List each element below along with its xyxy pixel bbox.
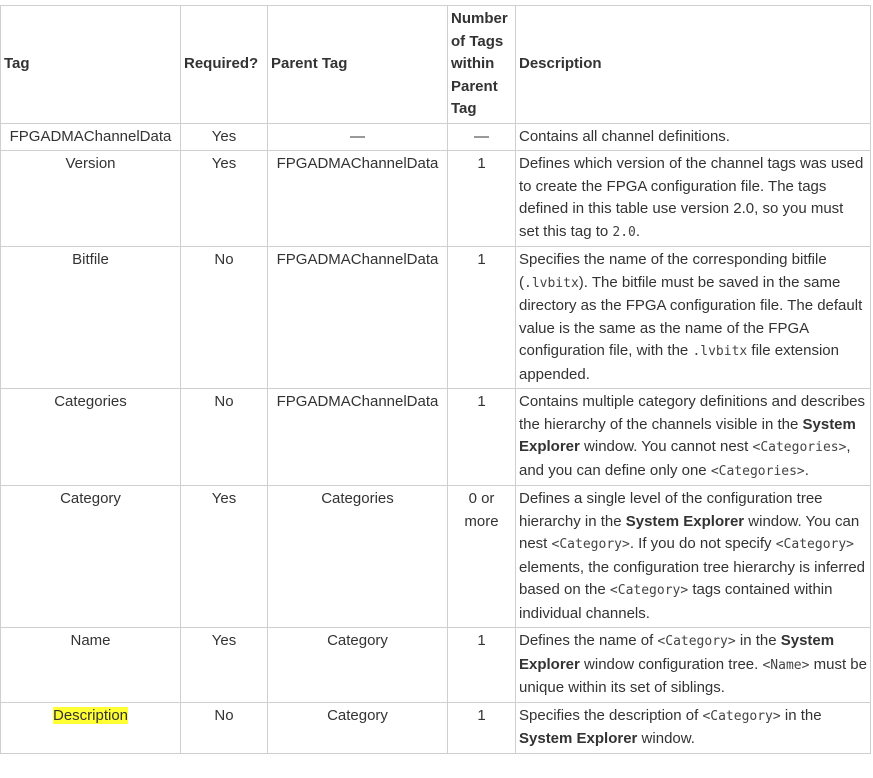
table-header-row: Tag Required? Parent Tag Number of Tags …: [0, 5, 871, 124]
table-row: Version Yes FPGADMAChannelData 1 Defines whi…: [0, 150, 871, 247]
code-snippet: <Category>: [609, 583, 689, 598]
table-row: FPGADMAChannelData Yes — — Contains all chan…: [0, 122, 871, 151]
description-text: window configuration tree.: [579, 655, 763, 673]
code-snippet: <Category>: [551, 537, 630, 552]
cell-tag: Categories: [0, 388, 181, 486]
tags-table: Tag Required? Parent Tag Number of Tags …: [0, 5, 871, 754]
cell-description: Contains multiple category definitions a…: [515, 388, 871, 486]
cell-parent-tag: Categories: [267, 485, 448, 628]
header-tag: Tag: [0, 5, 181, 124]
description-text: .: [804, 461, 809, 479]
cell-parent-tag: Category: [267, 701, 448, 754]
cell-parent-tag: —: [267, 122, 448, 151]
cell-required: Yes: [180, 122, 268, 151]
header-required: Required?: [180, 5, 268, 124]
cell-count: 1: [447, 388, 516, 486]
cell-required: No: [180, 701, 268, 754]
cell-count: 0 or more: [447, 485, 516, 628]
cell-required: Yes: [180, 150, 268, 247]
header-description: Description: [515, 5, 871, 124]
code-snippet: <Category>: [702, 708, 781, 724]
code-snippet: <Categories>: [710, 463, 805, 479]
cell-parent-tag: FPGADMAChannelData: [267, 246, 448, 389]
cell-parent-tag: Category: [267, 627, 448, 703]
table-row: Bitfile No FPGADMAChannelData 1 Specifies th…: [0, 246, 871, 389]
code-snippet: <Category>: [775, 537, 855, 552]
cell-count: 1: [447, 150, 516, 247]
cell-tag: Category: [0, 485, 181, 628]
code-snippet: <Categories>: [752, 440, 847, 455]
header-parent-tag: Parent Tag: [267, 5, 448, 124]
tag-name: FPGADMAChannelData: [9, 127, 172, 145]
tag-name: Categories: [54, 393, 127, 410]
code-snippet: .lvbitx: [692, 344, 748, 359]
header-number-of-tags: Number of Tags within Parent Tag: [447, 5, 516, 124]
table-row: Category Yes Categories 0 or more Defines a …: [0, 485, 871, 628]
code-snippet: <Name>: [762, 657, 810, 673]
description-text: Defines which version of the channel tag…: [519, 155, 864, 240]
tag-name: Category: [60, 490, 121, 507]
cell-description: Defines which version of the channel tag…: [515, 150, 871, 247]
description-text: .: [635, 222, 641, 240]
description-text: Contains all channel definitions.: [519, 127, 730, 145]
cell-description: Defines the name of <Category> in the Sy…: [515, 627, 871, 703]
description-text: Specifies the description of: [519, 706, 703, 724]
tag-name: Description: [52, 706, 129, 724]
tag-name: Version: [65, 155, 116, 172]
description-text: in the: [735, 632, 781, 649]
cell-count: 1: [447, 701, 516, 754]
description-text: Defines the name of: [519, 632, 658, 649]
tag-name: Bitfile: [72, 251, 109, 268]
cell-description: Specifies the name of the corresponding …: [515, 246, 871, 389]
cell-description: Specifies the description of <Category> …: [515, 701, 871, 754]
code-snippet: .lvbitx: [524, 275, 579, 291]
cell-required: Yes: [180, 627, 268, 703]
description-text: in the: [780, 706, 822, 724]
cell-tag: Bitfile: [0, 246, 181, 389]
cell-tag: Description: [0, 701, 181, 754]
table-row: Name Yes Category 1 Defines the name of <Cat…: [0, 627, 871, 703]
code-snippet: <Category>: [657, 634, 736, 649]
cell-required: Yes: [180, 485, 268, 628]
table-row: Description No Category 1 Specifies the desc…: [0, 701, 871, 754]
cell-tag: Name: [0, 627, 181, 703]
cell-tag: FPGADMAChannelData: [0, 122, 181, 151]
tag-name: Name: [70, 632, 111, 649]
code-snippet: 2.0: [612, 224, 636, 240]
cell-count: 1: [447, 246, 516, 389]
cell-required: No: [180, 246, 268, 389]
cell-required: No: [180, 388, 268, 486]
description-text: . If you do not specify: [629, 535, 776, 552]
cell-tag: Version: [0, 150, 181, 247]
cell-count: —: [447, 122, 516, 151]
description-text: window. You cannot nest: [579, 438, 753, 455]
description-text: window.: [637, 730, 695, 747]
cell-parent-tag: FPGADMAChannelData: [267, 388, 448, 486]
table-row: Categories No FPGADMAChannelData 1 Contains …: [0, 388, 871, 486]
cell-parent-tag: FPGADMAChannelData: [267, 150, 448, 247]
ui-term: System Explorer: [519, 730, 638, 747]
cell-description: Contains all channel definitions.: [515, 122, 871, 151]
cell-count: 1: [447, 627, 516, 703]
cell-description: Defines a single level of the configurat…: [515, 485, 871, 628]
ui-term: System Explorer: [625, 512, 745, 530]
